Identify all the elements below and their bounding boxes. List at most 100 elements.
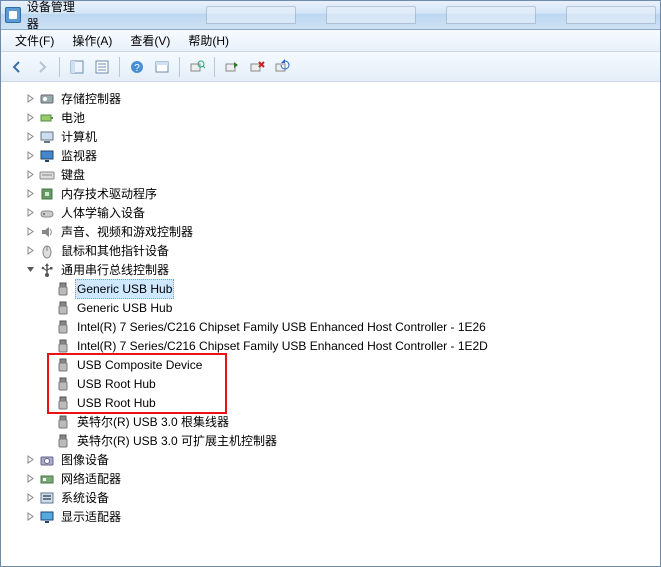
expand-toggle[interactable] [25, 226, 36, 237]
category-storage[interactable]: 存储控制器 [7, 89, 660, 108]
window-title: 设备管理器 [27, 0, 86, 32]
expand-toggle[interactable] [25, 492, 36, 503]
category-label: 显示适配器 [59, 507, 123, 527]
background-tab [446, 6, 536, 24]
expand-toggle[interactable] [25, 131, 36, 142]
menu-file[interactable]: 文件(F) [7, 30, 62, 51]
expand-toggle[interactable] [25, 112, 36, 123]
titlebar[interactable]: 设备管理器 [1, 1, 660, 30]
toolbar-separator [59, 57, 60, 77]
category-label: 电池 [59, 108, 87, 128]
storage-controller-icon [39, 91, 55, 107]
expand-toggle[interactable] [25, 454, 36, 465]
device-node[interactable]: Generic USB Hub [7, 298, 660, 317]
svg-text:?: ? [134, 63, 140, 74]
usb-children: Generic USB HubGeneric USB HubIntel(R) 7… [7, 279, 660, 450]
category-keyboard[interactable]: 键盘 [7, 165, 660, 184]
expand-toggle[interactable] [25, 207, 36, 218]
device-manager-window: 设备管理器 文件(F) 操作(A) 查看(V) 帮助(H) ? 存储控制器电池计… [0, 0, 661, 567]
view-button[interactable] [150, 55, 174, 79]
category-computer[interactable]: 计算机 [7, 127, 660, 146]
device-node[interactable]: Intel(R) 7 Series/C216 Chipset Family US… [7, 336, 660, 355]
device-node[interactable]: Intel(R) 7 Series/C216 Chipset Family US… [7, 317, 660, 336]
category-label: 监视器 [59, 146, 99, 166]
show-hide-tree-button[interactable] [65, 55, 89, 79]
category-display[interactable]: 显示适配器 [7, 507, 660, 526]
monitor-icon [39, 148, 55, 164]
usb-device-icon [55, 414, 71, 430]
update-driver-button[interactable] [270, 55, 294, 79]
expand-toggle[interactable] [25, 511, 36, 522]
background-tab [206, 6, 296, 24]
category-network[interactable]: 网络适配器 [7, 469, 660, 488]
device-node[interactable]: USB Composite Device [7, 355, 660, 374]
expand-toggle[interactable] [25, 473, 36, 484]
device-label: Generic USB Hub [75, 279, 174, 299]
chip-icon [39, 186, 55, 202]
device-node[interactable]: Generic USB Hub [7, 279, 660, 298]
enable-button[interactable] [220, 55, 244, 79]
device-label: 英特尔(R) USB 3.0 根集线器 [75, 412, 231, 432]
network-adapter-icon [39, 471, 55, 487]
category-hid[interactable]: 人体学输入设备 [7, 203, 660, 222]
category-battery[interactable]: 电池 [7, 108, 660, 127]
background-tab [326, 6, 416, 24]
usb-device-icon [55, 357, 71, 373]
computer-icon [39, 129, 55, 145]
expand-toggle[interactable] [25, 150, 36, 161]
forward-button[interactable] [30, 55, 54, 79]
help-button[interactable]: ? [125, 55, 149, 79]
display-adapter-icon [39, 509, 55, 525]
category-imaging[interactable]: 图像设备 [7, 450, 660, 469]
category-label: 键盘 [59, 165, 87, 185]
collapse-toggle[interactable] [25, 264, 36, 275]
back-button[interactable] [5, 55, 29, 79]
category-sound[interactable]: 声音、视频和游戏控制器 [7, 222, 660, 241]
expand-toggle[interactable] [25, 93, 36, 104]
category-system[interactable]: 系统设备 [7, 488, 660, 507]
usb-device-icon [55, 338, 71, 354]
menu-action[interactable]: 操作(A) [64, 30, 120, 51]
menu-view[interactable]: 查看(V) [122, 30, 178, 51]
usb-device-icon [55, 376, 71, 392]
battery-icon [39, 110, 55, 126]
device-label: USB Root Hub [75, 374, 158, 394]
toolbar: ? [1, 52, 660, 82]
usb-device-icon [55, 319, 71, 335]
device-tree[interactable]: 存储控制器电池计算机监视器键盘内存技术驱动程序人体学输入设备声音、视频和游戏控制… [1, 83, 660, 566]
category-usb[interactable]: 通用串行总线控制器 [7, 260, 660, 279]
mouse-icon [39, 243, 55, 259]
background-tabs [206, 6, 656, 24]
category-label: 计算机 [59, 127, 99, 147]
properties-button[interactable] [90, 55, 114, 79]
expand-toggle[interactable] [25, 245, 36, 256]
device-node[interactable]: 英特尔(R) USB 3.0 可扩展主机控制器 [7, 431, 660, 450]
device-node[interactable]: USB Root Hub [7, 374, 660, 393]
hid-icon [39, 205, 55, 221]
category-label: 内存技术驱动程序 [59, 184, 159, 204]
device-label: 英特尔(R) USB 3.0 可扩展主机控制器 [75, 431, 279, 451]
category-label: 通用串行总线控制器 [59, 260, 171, 280]
toolbar-separator [214, 57, 215, 77]
category-label: 存储控制器 [59, 89, 123, 109]
category-mouse[interactable]: 鼠标和其他指针设备 [7, 241, 660, 260]
expand-toggle[interactable] [25, 169, 36, 180]
device-node[interactable]: 英特尔(R) USB 3.0 根集线器 [7, 412, 660, 431]
usb-device-icon [55, 433, 71, 449]
category-monitor[interactable]: 监视器 [7, 146, 660, 165]
system-device-icon [39, 490, 55, 506]
uninstall-button[interactable] [245, 55, 269, 79]
camera-icon [39, 452, 55, 468]
category-memtech[interactable]: 内存技术驱动程序 [7, 184, 660, 203]
menu-help[interactable]: 帮助(H) [180, 30, 237, 51]
usb-icon [39, 262, 55, 278]
background-tab [566, 6, 656, 24]
sound-icon [39, 224, 55, 240]
scan-hardware-button[interactable] [185, 55, 209, 79]
device-node[interactable]: USB Root Hub [7, 393, 660, 412]
expand-toggle[interactable] [25, 188, 36, 199]
content-area: 存储控制器电池计算机监视器键盘内存技术驱动程序人体学输入设备声音、视频和游戏控制… [1, 82, 660, 566]
category-label: 人体学输入设备 [59, 203, 147, 223]
toolbar-separator [179, 57, 180, 77]
category-label: 鼠标和其他指针设备 [59, 241, 171, 261]
